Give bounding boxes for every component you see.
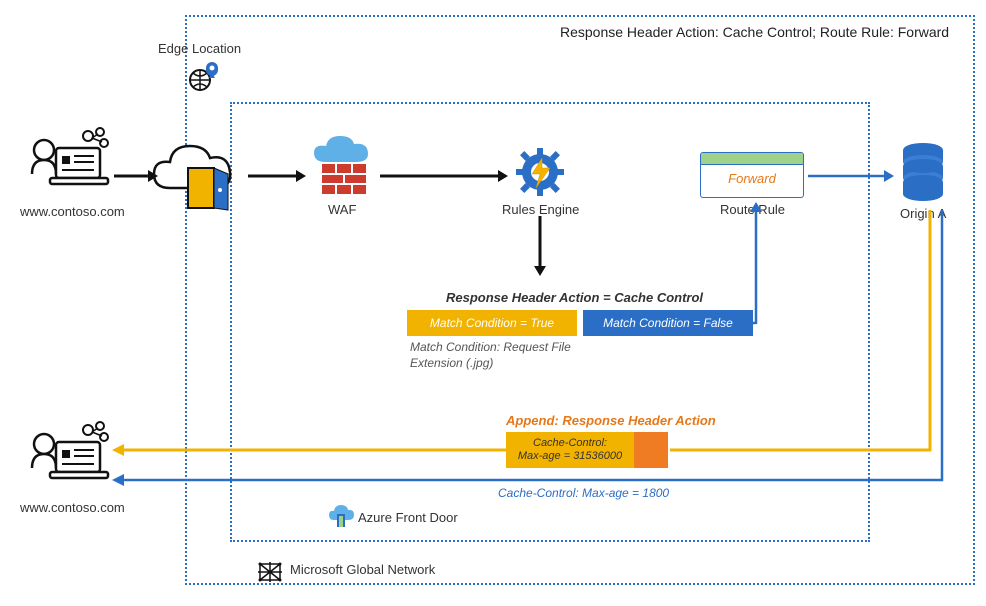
bottom-user-domain: www.contoso.com [20, 500, 125, 515]
route-rule-forward-text: Forward [701, 165, 803, 193]
return-path-blue [110, 200, 950, 490]
arrow-cloud-to-waf [248, 168, 306, 184]
diagram-title: Response Header Action: Cache Control; R… [560, 24, 949, 40]
azure-front-door-icon [328, 504, 354, 535]
global-network-label: Microsoft Global Network [290, 562, 435, 577]
arrow-route-to-origin [808, 168, 894, 184]
rules-engine-icon [510, 140, 570, 205]
route-rule-box: Forward [700, 152, 804, 198]
edge-location-label: Edge Location [158, 41, 241, 56]
user-laptop-icon-bottom [26, 422, 116, 499]
globe-pin-icon [186, 58, 222, 99]
user-laptop-icon-top [26, 128, 116, 205]
arrow-waf-to-rules [380, 168, 508, 184]
origin-a-icon [898, 140, 948, 209]
arrow-user-to-cloud [114, 168, 158, 184]
blue-return-text: Cache-Control: Max-age = 1800 [498, 486, 669, 500]
azure-front-door-label: Azure Front Door [358, 510, 458, 525]
global-network-mesh-icon [256, 560, 284, 589]
route-rule-top-bar [701, 153, 803, 165]
